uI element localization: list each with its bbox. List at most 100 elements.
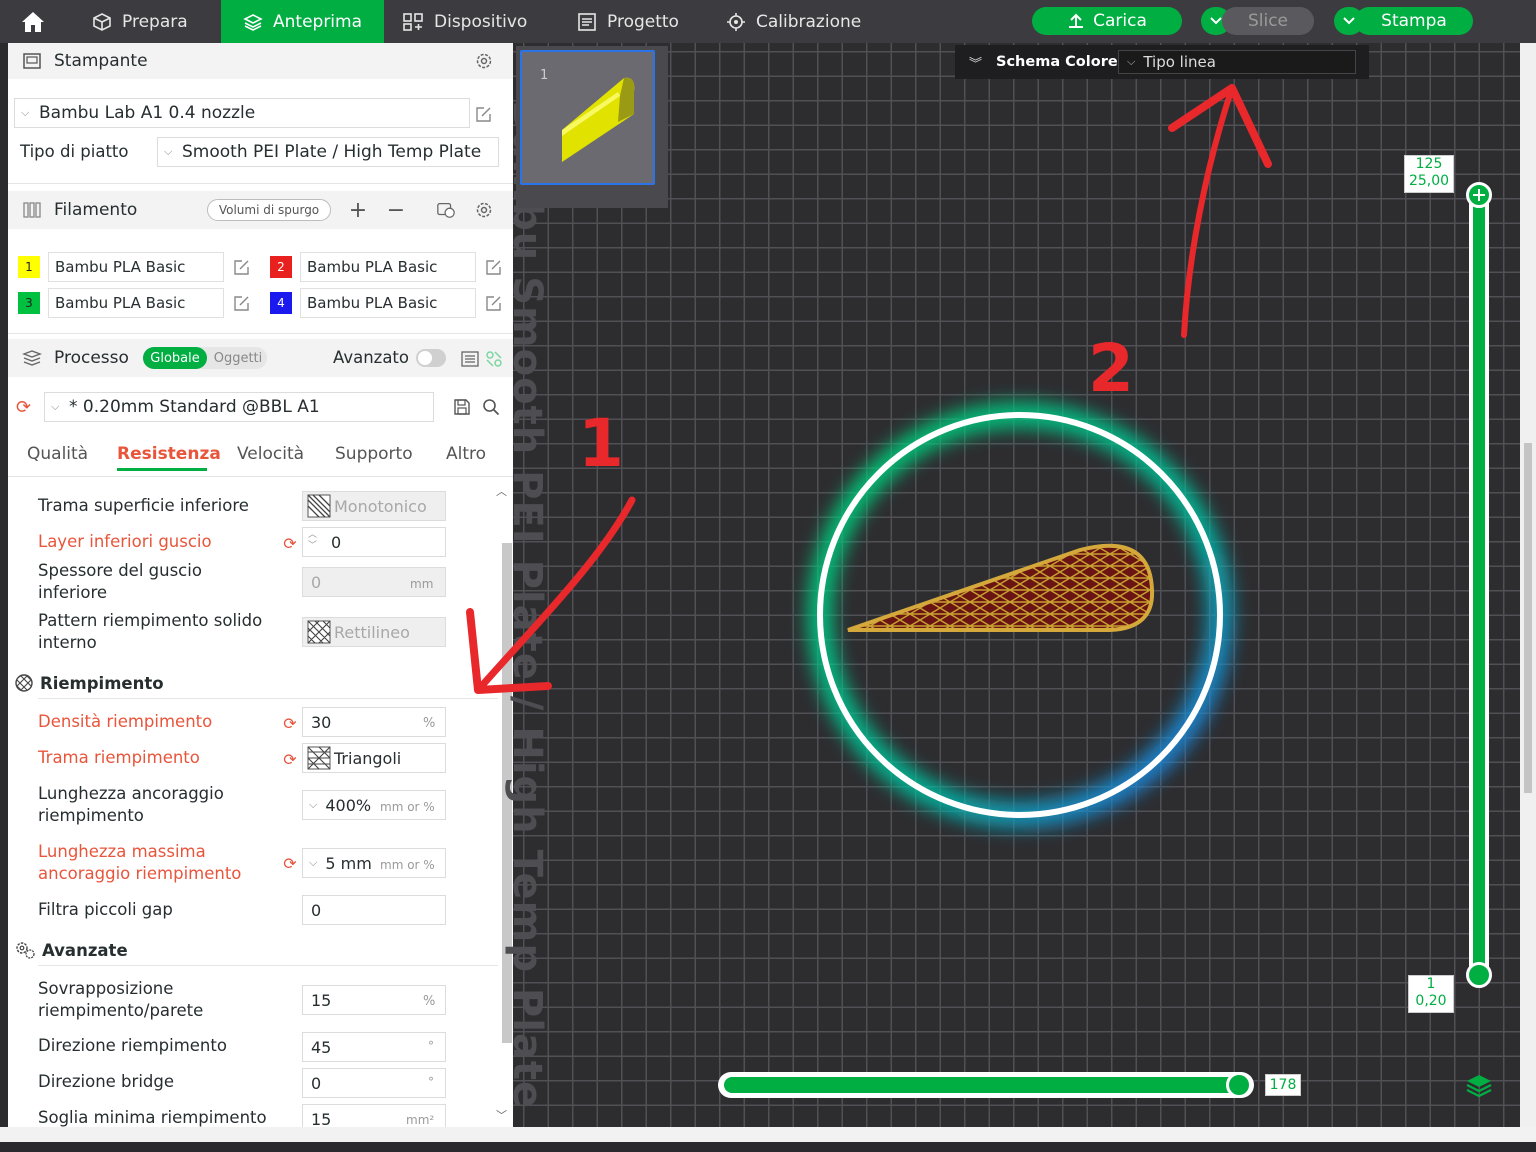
bottom-thickness-value: 0: [311, 572, 322, 592]
process-objects-button[interactable]: [484, 349, 504, 369]
anchor-label-1: Lunghezza ancoraggio: [38, 784, 224, 803]
printer-select[interactable]: ⌵ Bambu Lab A1 0.4 nozzle: [14, 98, 470, 128]
search-settings-button[interactable]: [481, 397, 501, 417]
advanced-toggle[interactable]: [416, 349, 446, 367]
infill-pattern-value: Triangoli: [334, 748, 402, 768]
printer-settings-button[interactable]: [474, 51, 494, 71]
remove-filament-button[interactable]: −: [386, 198, 406, 223]
toggle-global-label: Globale: [150, 350, 200, 366]
layer-bottom-label: 1 0,20: [1408, 975, 1454, 1013]
plate-type-select[interactable]: ⌵ Smooth PEI Plate / High Temp Plate: [157, 137, 499, 167]
advanced-gears-icon: [16, 942, 35, 959]
tab-anteprima[interactable]: Anteprima: [221, 0, 384, 43]
anchor-max-label-2: ancoraggio riempimento: [38, 864, 242, 883]
bridge-input[interactable]: 0: [302, 1068, 446, 1098]
stampa-button[interactable]: Stampa: [1355, 7, 1473, 35]
collapse-chevrons-icon[interactable]: ︾: [969, 53, 982, 72]
gap-label: Filtra piccoli gap: [38, 900, 173, 919]
model-preview[interactable]: [780, 380, 1260, 860]
solid-infill-select[interactable]: Rettilineo: [302, 617, 446, 647]
infill-density-unit: %: [423, 716, 436, 731]
infill-density-reset-icon[interactable]: ⟳: [281, 714, 299, 733]
window-bottom-edge: [0, 1127, 1536, 1152]
direction-input[interactable]: 45: [302, 1032, 446, 1062]
filament-1-select[interactable]: Bambu PLA Basic: [48, 252, 224, 282]
min-infill-label: Soglia minima riempimento: [38, 1108, 267, 1127]
layers-view-icon[interactable]: [1464, 1072, 1494, 1100]
annotation-number-2: 2: [1088, 330, 1134, 407]
purge-volumes-button[interactable]: Volumi di spurgo: [207, 199, 331, 221]
bottom-pattern-select[interactable]: Monotonico: [302, 491, 446, 521]
printer-icon: [23, 53, 41, 69]
bottom-layers-input[interactable]: 0: [302, 527, 446, 557]
filament-icon: [23, 202, 41, 218]
spin-arrows-icon[interactable]: ︿ ﹀: [308, 530, 317, 552]
sliced-model: [847, 543, 1155, 632]
tab-supporto[interactable]: Supporto: [335, 444, 413, 464]
plus-icon: +: [348, 197, 368, 223]
carica-button[interactable]: Carica: [1032, 7, 1182, 35]
toggle-global[interactable]: Globale: [143, 347, 207, 369]
slice-label: Slice: [1247, 11, 1289, 31]
sync-filament-button[interactable]: [436, 200, 456, 220]
tab-prepara[interactable]: Prepara: [76, 0, 204, 43]
bottom-layers-reset-icon[interactable]: ⟳: [281, 534, 299, 553]
filament-1-swatch[interactable]: 1: [18, 256, 40, 278]
home-button[interactable]: [0, 0, 66, 43]
save-icon: [454, 399, 470, 415]
save-preset-button[interactable]: [452, 397, 472, 417]
global-objects-toggle[interactable]: Globale Oggetti: [143, 347, 267, 369]
process-preset-select[interactable]: ⌵ * 0.20mm Standard @BBL A1: [44, 392, 434, 422]
anchor-label-2: riempimento: [38, 806, 144, 825]
toggle-objects[interactable]: Oggetti: [209, 347, 267, 369]
tab-progetto[interactable]: Progetto: [561, 0, 695, 43]
scroll-down-icon[interactable]: ﹀: [496, 1107, 507, 1123]
filament-4-edit-button[interactable]: [484, 293, 504, 313]
carica-label: Carica: [1093, 11, 1147, 31]
process-tabs: Qualità Resistenza Velocità Supporto Alt…: [8, 436, 513, 476]
plate-thumbnail[interactable]: 1: [520, 50, 655, 185]
active-tab-indicator: [117, 468, 207, 471]
bottom-thickness-label-2: inferiore: [38, 583, 108, 602]
process-list-button[interactable]: [460, 349, 480, 369]
tab-dispositivo[interactable]: Dispositivo: [386, 0, 543, 43]
move-slider-handle[interactable]: [1226, 1072, 1252, 1098]
tab-resistenza[interactable]: Resistenza: [117, 444, 221, 464]
filament-2-swatch[interactable]: 2: [270, 256, 292, 278]
slice-button[interactable]: Slice: [1222, 7, 1314, 35]
layer-slider-bottom-handle[interactable]: [1466, 962, 1492, 988]
filament-3-swatch[interactable]: 3: [18, 292, 40, 314]
layer-slider-top-handle[interactable]: [1466, 182, 1492, 208]
gap-input[interactable]: 0: [302, 895, 446, 925]
filament-1-edit-button[interactable]: [232, 257, 252, 277]
advanced-group-title: Avanzate: [14, 940, 128, 960]
anchor-max-reset-icon[interactable]: ⟳: [281, 854, 299, 873]
chevron-down-icon: ⌵: [51, 400, 60, 413]
tab-calibrazione[interactable]: Calibrazione: [710, 0, 877, 43]
filament-4-select[interactable]: Bambu PLA Basic: [300, 288, 476, 318]
process-section-title: Processo: [54, 348, 129, 368]
window-scrollbar[interactable]: [1524, 443, 1532, 793]
filament-settings-button[interactable]: [474, 200, 494, 220]
printer-section-header: Stampante: [8, 43, 513, 79]
printer-edit-button[interactable]: [474, 104, 494, 124]
filament-3-edit-button[interactable]: [232, 293, 252, 313]
layer-bottom-height: 0,20: [1415, 993, 1447, 1009]
objects-icon: [486, 351, 502, 367]
tab-qualita[interactable]: Qualità: [27, 444, 88, 464]
filament-2-edit-button[interactable]: [484, 257, 504, 277]
color-scheme-select[interactable]: ⌵ Tipo linea: [1118, 50, 1356, 74]
add-filament-button[interactable]: +: [348, 197, 368, 223]
tab-altro[interactable]: Altro: [446, 444, 486, 464]
color-scheme-label: Schema Colore: [996, 54, 1118, 70]
preset-reset-icon[interactable]: ⟳: [16, 397, 31, 418]
infill-pattern-reset-icon[interactable]: ⟳: [281, 750, 299, 769]
tab-calibrazione-label: Calibrazione: [756, 11, 862, 32]
chevron-down-icon: ⌵: [164, 145, 173, 158]
tab-velocita[interactable]: Velocità: [237, 444, 304, 464]
filament-3-select[interactable]: Bambu PLA Basic: [48, 288, 224, 318]
filament-1-number: 1: [25, 260, 33, 274]
filament-2-select[interactable]: Bambu PLA Basic: [300, 252, 476, 282]
filament-4-swatch[interactable]: 4: [270, 292, 292, 314]
infill-pattern-select[interactable]: Triangoli: [302, 743, 446, 773]
